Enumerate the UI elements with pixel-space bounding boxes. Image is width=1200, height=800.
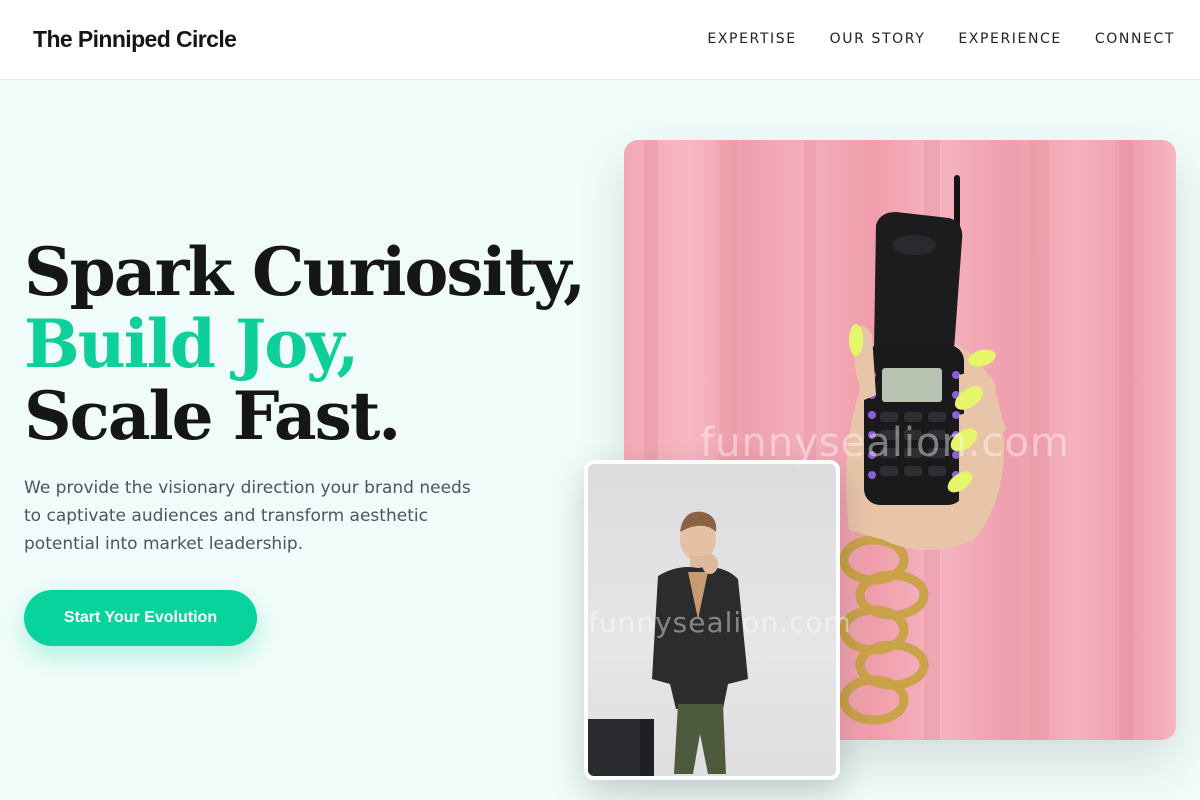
start-evolution-button[interactable]: Start Your Evolution xyxy=(24,590,257,646)
hero-description: We provide the visionary direction your … xyxy=(24,478,471,554)
hero-title-line-3: Scale Fast. xyxy=(24,377,401,455)
nav-expertise[interactable]: EXPERTISE xyxy=(707,31,796,47)
nav-connect[interactable]: CONNECT xyxy=(1095,31,1175,47)
hero-title-line-2: Build Joy, xyxy=(24,305,359,383)
nav-our-story[interactable]: OUR STORY xyxy=(830,31,926,47)
man-in-blazer-image xyxy=(584,460,840,780)
brand-logo[interactable]: The Pinniped Circle xyxy=(33,26,237,53)
site-header: The Pinniped Circle EXPERTISE OUR STORY … xyxy=(0,0,1200,80)
main-nav: EXPERTISE OUR STORY EXPERIENCE CONNECT xyxy=(707,31,1175,47)
nav-experience[interactable]: EXPERIENCE xyxy=(958,31,1062,47)
hero-title-line-1: Spark Curiosity, xyxy=(24,233,586,311)
hero-title: Spark Curiosity, Build Joy, Scale Fast. xyxy=(24,233,586,455)
